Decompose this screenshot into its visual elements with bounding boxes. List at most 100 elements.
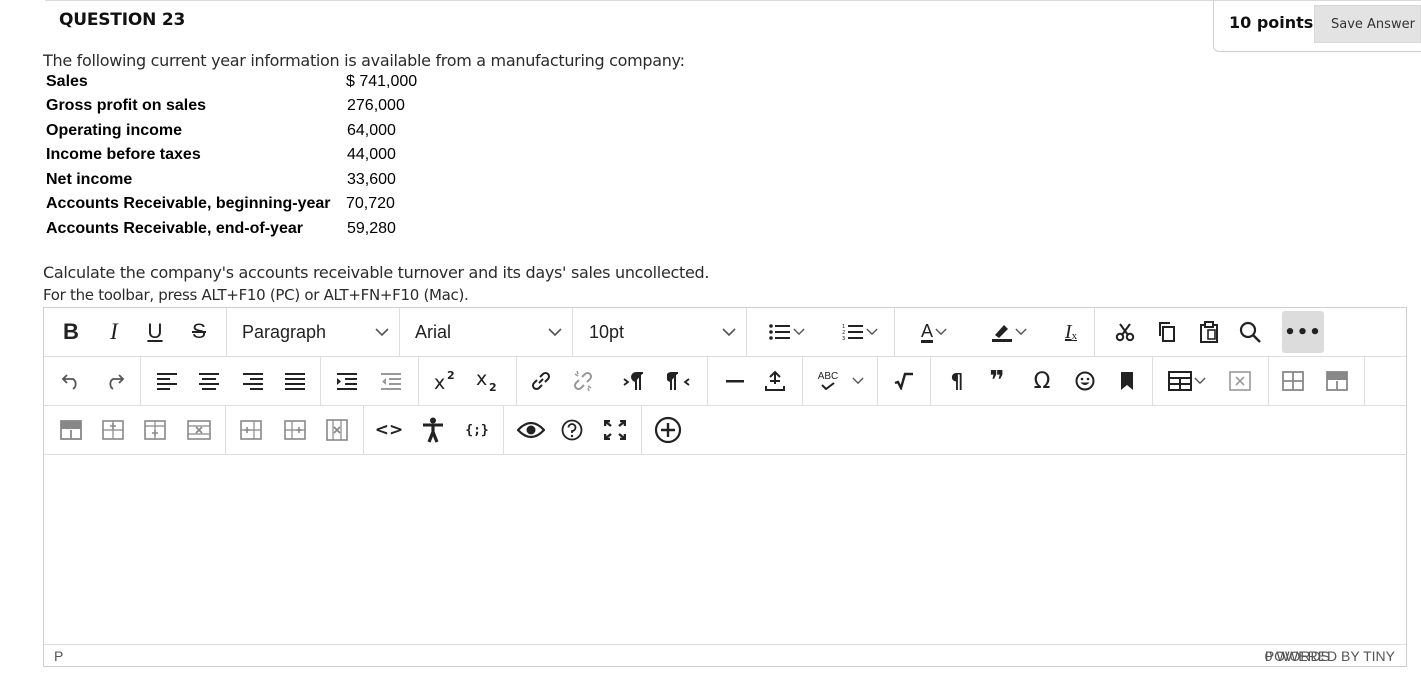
insert-row-before-button[interactable]	[98, 411, 128, 449]
row-delete-icon	[187, 420, 211, 440]
row-value: 70,720	[346, 195, 395, 212]
clipboard-icon	[1199, 321, 1219, 343]
underline-button[interactable]: U	[140, 313, 170, 351]
question-points: 10 points	[1229, 13, 1314, 32]
insert-file-button[interactable]	[760, 362, 790, 400]
delete-row-button[interactable]	[184, 411, 214, 449]
add-content-button[interactable]	[652, 411, 684, 449]
align-center-button[interactable]	[194, 362, 224, 400]
table-column-icon	[60, 420, 82, 440]
outdent-button[interactable]	[376, 362, 406, 400]
horizontal-line-button[interactable]	[720, 362, 750, 400]
column-delete-icon	[326, 419, 348, 441]
insert-link-button[interactable]	[524, 362, 558, 400]
copy-button[interactable]	[1150, 313, 1184, 351]
redo-button[interactable]	[100, 362, 130, 400]
cut-button[interactable]	[1108, 313, 1142, 351]
bullet-list-icon	[769, 323, 791, 341]
accessibility-checker-button[interactable]	[418, 411, 448, 449]
block-format-select[interactable]: Paragraph	[230, 313, 393, 351]
paste-button[interactable]	[1192, 313, 1226, 351]
justify-icon	[284, 372, 306, 390]
italic-button[interactable]: I	[99, 313, 129, 351]
help-icon	[561, 419, 583, 441]
table-cell-props-button[interactable]	[1278, 362, 1308, 400]
svg-text:x: x	[476, 370, 487, 390]
strikethrough-button[interactable]: S	[184, 313, 214, 351]
outdent-icon	[380, 372, 402, 390]
indent-button[interactable]	[332, 362, 362, 400]
toolbar-separator	[1268, 357, 1269, 405]
table-col-props-button[interactable]	[56, 411, 86, 449]
rtl-icon	[667, 371, 691, 391]
table-icon	[1168, 371, 1192, 391]
align-left-button[interactable]	[152, 362, 182, 400]
clear-formatting-button[interactable]: Ix	[1056, 313, 1086, 351]
font-size-select[interactable]: 10pt	[577, 313, 740, 351]
insert-variable-button[interactable]: {;}	[462, 411, 492, 449]
table-delete-icon	[1229, 371, 1251, 391]
editor-content-area[interactable]	[44, 456, 1406, 644]
justify-button[interactable]	[280, 362, 310, 400]
insert-table-button[interactable]	[1163, 362, 1211, 400]
svg-text:2: 2	[489, 381, 497, 392]
spellcheck-button[interactable]: ABC	[813, 362, 869, 400]
row-value: 276,000	[347, 97, 405, 114]
numbered-list-button[interactable]: 123	[832, 313, 888, 351]
rich-text-editor: B I U S Paragraph Arial 10pt 123 A I x •…	[43, 307, 1407, 667]
toolbar-separator	[399, 308, 400, 356]
show-blocks-button[interactable]: ¶	[942, 362, 972, 400]
bullet-list-button[interactable]	[759, 313, 815, 351]
bold-button[interactable]: B	[56, 313, 86, 351]
insert-col-after-button[interactable]	[280, 411, 310, 449]
chevron-down-icon	[375, 327, 389, 337]
plus-circle-icon	[654, 416, 682, 444]
unlink-icon	[571, 369, 595, 393]
spellcheck-icon: ABC	[818, 372, 838, 390]
preview-button[interactable]	[514, 411, 548, 449]
element-path[interactable]: P	[54, 648, 63, 664]
row-value: 64,000	[347, 122, 396, 139]
delete-table-button[interactable]	[1225, 362, 1255, 400]
bold-icon: B	[63, 319, 79, 344]
upload-icon	[764, 370, 786, 392]
bookmark-icon	[1119, 371, 1135, 391]
source-code-button[interactable]: <>	[374, 411, 404, 449]
underline-icon: U	[147, 320, 163, 343]
delete-col-button[interactable]	[322, 411, 352, 449]
align-right-button[interactable]	[238, 362, 268, 400]
toolbar-hint: For the toolbar, press ALT+F10 (PC) or A…	[43, 286, 469, 304]
subscript-icon: x2	[475, 370, 503, 392]
ltr-button[interactable]	[620, 362, 650, 400]
align-right-icon	[242, 372, 264, 390]
undo-button[interactable]	[56, 362, 86, 400]
toolbar-separator	[572, 308, 573, 356]
special-character-button[interactable]: Ω	[1027, 362, 1057, 400]
emoticons-button[interactable]	[1070, 362, 1100, 400]
blockquote-button[interactable]: ❞	[982, 362, 1012, 400]
subscript-button[interactable]: x2	[472, 362, 506, 400]
more-tools-button[interactable]: •••	[1282, 311, 1324, 353]
powered-by-link[interactable]: POWERED BY TINY	[1265, 648, 1395, 664]
chevron-down-icon	[866, 328, 878, 336]
font-family-value: Arial	[415, 321, 452, 342]
font-color-button[interactable]: A	[906, 313, 962, 351]
unlink-button[interactable]	[566, 362, 600, 400]
anchor-button[interactable]	[1112, 362, 1142, 400]
table-row-props-button[interactable]	[1322, 362, 1352, 400]
align-left-icon	[156, 372, 178, 390]
save-answer-button[interactable]: Save Answer	[1314, 5, 1421, 43]
find-replace-button[interactable]	[1233, 313, 1267, 351]
fullscreen-button[interactable]	[600, 411, 630, 449]
help-button[interactable]	[557, 411, 587, 449]
redo-icon	[105, 372, 125, 390]
rtl-button[interactable]	[664, 362, 694, 400]
insert-row-after-button[interactable]	[140, 411, 170, 449]
superscript-button[interactable]: x2	[430, 362, 464, 400]
font-family-select[interactable]: Arial	[403, 313, 566, 351]
highlight-color-button[interactable]	[979, 313, 1039, 351]
square-root-icon	[894, 372, 914, 390]
math-equation-button[interactable]	[889, 362, 919, 400]
insert-col-before-button[interactable]	[236, 411, 266, 449]
toolbar-row-2: x2 x2 ABC ¶ ❞ Ω	[44, 357, 1406, 406]
